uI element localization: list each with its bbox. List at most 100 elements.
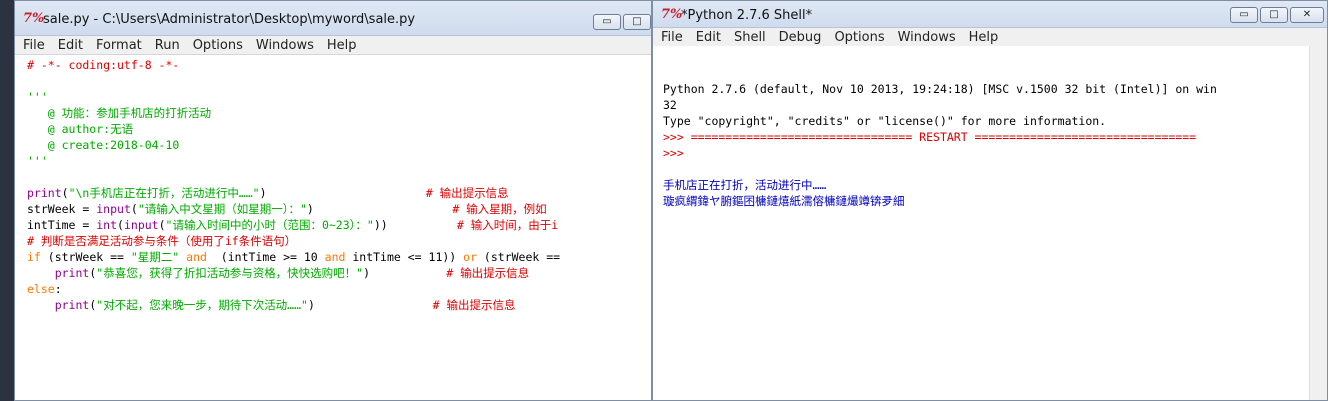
code-line: Python 2.7.6 (default, Nov 10 2013, 19:2… <box>663 81 1327 97</box>
code-line: strWeek = input("请输入中文星期（如星期一）：") # 输入星期… <box>27 201 651 217</box>
code-line: ''' <box>27 153 651 169</box>
code-token: "恭喜您，获得了折扣活动参与资格，快快选购吧！" <box>96 266 364 280</box>
menu-item-help[interactable]: Help <box>969 30 999 45</box>
menu-item-file[interactable]: File <box>661 30 683 45</box>
code-token: and <box>324 250 346 264</box>
code-token: ( <box>61 186 69 200</box>
code-token: ) <box>307 298 433 312</box>
close-button[interactable]: ✕ <box>1290 7 1324 23</box>
maximize-button[interactable]: □ <box>623 14 651 30</box>
code-token: intTime <= 11)) <box>345 250 464 264</box>
menu-item-edit[interactable]: Edit <box>58 38 83 53</box>
code-token: "\n手机店正在打折，活动进行中……" <box>68 186 260 200</box>
code-token: input <box>123 218 159 232</box>
code-token: # 输入时间，由于i <box>456 218 559 232</box>
code-line: else: <box>27 281 651 297</box>
code-token: 32 <box>663 98 677 112</box>
editor-window: 7% sale.py - C:\Users\Administrator\Desk… <box>14 0 652 401</box>
code-token: print <box>54 266 90 280</box>
menu-item-windows[interactable]: Windows <box>898 30 956 45</box>
code-token: ( <box>117 218 124 232</box>
code-line: print("\n手机店正在打折，活动进行中……") # 输出提示信息 <box>27 185 651 201</box>
minimize-button[interactable]: ▭ <box>593 14 621 30</box>
code-token: @ author:无语 <box>27 122 134 136</box>
editor-menubar: File Edit Format Run Options Windows Help <box>15 36 651 55</box>
code-token: @ create:2018-04-10 <box>27 138 180 152</box>
minimize-button[interactable]: ▭ <box>1230 7 1258 23</box>
code-token: ) <box>306 202 453 216</box>
code-line: intTime = int(input("请输入时间中的小时（范围：0~23）：… <box>27 217 651 233</box>
code-token: Type "copyright", "credits" or "license(… <box>663 114 1107 128</box>
code-line: if (strWeek == "星期二" and (intTime >= 10 … <box>27 249 651 265</box>
editor-window-title: sale.py - C:\Users\Administrator\Desktop… <box>43 12 416 27</box>
code-line: ''' <box>27 89 651 105</box>
menu-item-debug[interactable]: Debug <box>779 30 822 45</box>
code-token: >>> <box>663 146 691 160</box>
code-token: # 判断是否满足活动参与条件（使用了if条件语句） <box>27 234 297 248</box>
code-token: ( <box>158 218 166 232</box>
code-token: # 输入星期，例如 <box>452 202 547 216</box>
code-token: ) <box>363 266 447 280</box>
code-token: (strWeek == <box>40 250 131 264</box>
code-line: >>> <box>663 145 1327 161</box>
menu-item-windows[interactable]: Windows <box>256 38 314 53</box>
code-token: (intTime >= 10 <box>206 250 325 264</box>
menu-item-edit[interactable]: Edit <box>696 30 721 45</box>
code-token: "请输入时间中的小时（范围：0~23）：" <box>165 218 374 232</box>
code-token: if <box>27 250 41 264</box>
code-line: @ author:无语 <box>27 121 651 137</box>
code-line: # -*- coding:utf-8 -*- <box>27 57 651 73</box>
maximize-button[interactable]: □ <box>1260 7 1288 23</box>
code-token: int <box>96 218 118 232</box>
code-token: ( <box>130 202 138 216</box>
code-token: strWeek = <box>27 202 97 216</box>
code-token: (strWeek == <box>477 250 561 264</box>
menu-item-options[interactable]: Options <box>193 38 243 53</box>
code-token: "星期二" <box>130 250 180 264</box>
code-editor[interactable]: # -*- coding:utf-8 -*- ''' @ 功能：参加手机店的打折活… <box>15 55 651 400</box>
code-line: @ create:2018-04-10 <box>27 137 651 153</box>
code-token: input <box>96 202 131 216</box>
code-token: # 输出提示信息 <box>446 266 530 280</box>
shell-output[interactable]: Python 2.7.6 (default, Nov 10 2013, 19:2… <box>653 46 1327 400</box>
code-token: >>> ================================ RES… <box>663 130 1197 144</box>
idle-logo-icon: 7% <box>661 7 683 22</box>
shell-titlebar[interactable]: 7% *Python 2.7.6 Shell* ▭ □ ✕ <box>653 1 1327 28</box>
code-token: "请输入中文星期（如星期一）：" <box>137 202 307 216</box>
menu-item-format[interactable]: Format <box>96 38 142 53</box>
code-line: Type "copyright", "credits" or "license(… <box>663 113 1327 129</box>
code-token: 手机店正在打折，活动进行中…… <box>663 178 827 192</box>
menu-item-shell[interactable]: Shell <box>734 30 766 45</box>
code-token: else <box>27 282 55 296</box>
code-token: ''' <box>27 90 48 104</box>
vertical-scrollbar[interactable] <box>1309 46 1327 400</box>
shell-menubar: File Edit Shell Debug Options Windows Help <box>653 28 1327 47</box>
code-token: or <box>463 250 477 264</box>
code-line: print("对不起，您来晚一步，期待下次活动……") # 输出提示信息 <box>27 297 651 313</box>
editor-titlebar[interactable]: 7% sale.py - C:\Users\Administrator\Desk… <box>15 1 651 36</box>
code-token: ''' <box>27 154 48 168</box>
code-token: Python 2.7.6 (default, Nov 10 2013, 19:2… <box>663 82 1217 96</box>
code-token: # 输出提示信息 <box>425 186 509 200</box>
code-token: ) <box>259 186 426 200</box>
code-token: # 输出提示信息 <box>432 298 516 312</box>
code-token: : <box>54 282 62 296</box>
shell-window-title: *Python 2.7.6 Shell* <box>681 8 813 23</box>
menu-item-run[interactable]: Run <box>155 38 180 53</box>
menu-item-help[interactable]: Help <box>327 38 357 53</box>
code-token: intTime = <box>27 218 97 232</box>
code-line: 手机店正在打折，活动进行中…… <box>663 177 1327 193</box>
code-line: 璇疯緭鍏ヤ腑鏂囨槦鏈熺紙濡傛槦鏈熶竴锛夛細 <box>663 193 1327 209</box>
code-line: # 判断是否满足活动参与条件（使用了if条件语句） <box>27 233 651 249</box>
code-token: print <box>27 186 62 200</box>
code-token: "对不起，您来晚一步，期待下次活动……" <box>96 298 308 312</box>
code-token: print <box>54 298 90 312</box>
code-token: and <box>186 250 207 264</box>
menu-item-options[interactable]: Options <box>834 30 884 45</box>
menu-item-file[interactable]: File <box>23 38 45 53</box>
